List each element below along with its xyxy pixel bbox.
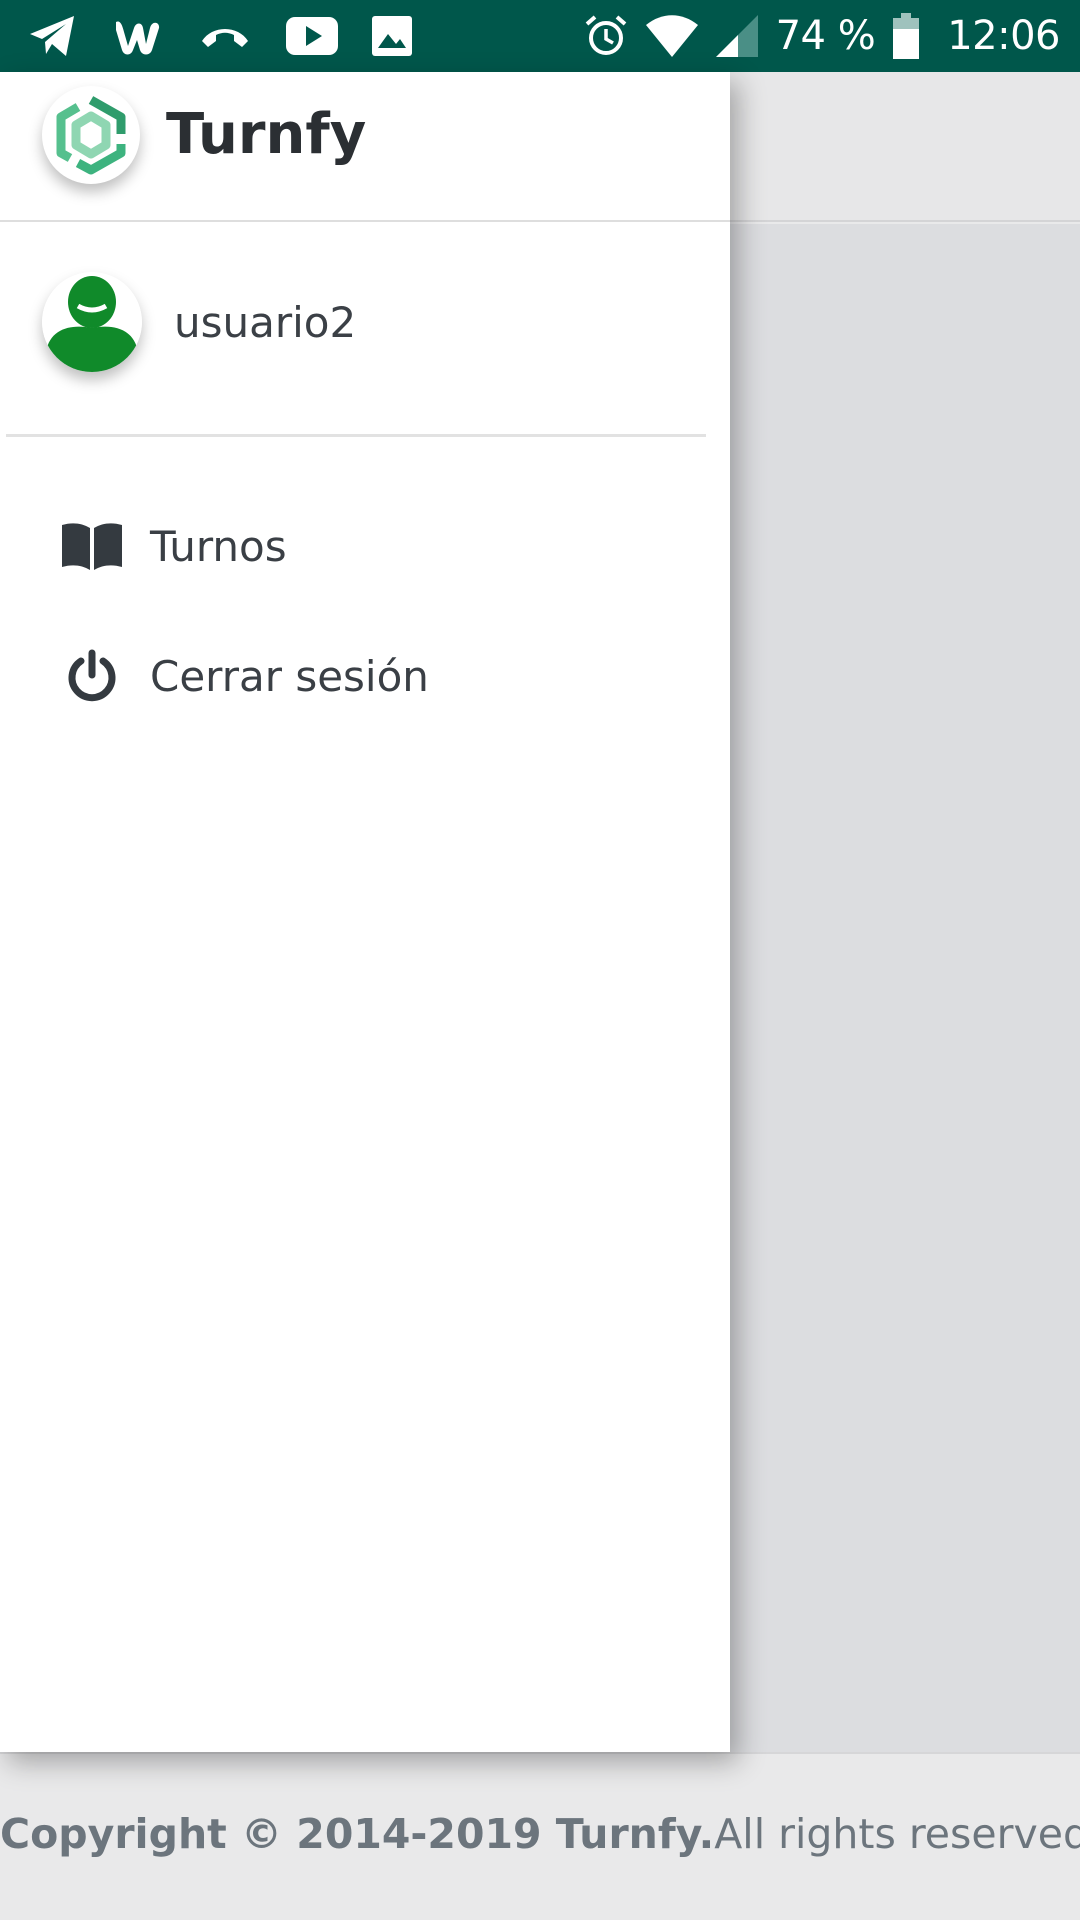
brand-name[interactable]: Turnfy <box>166 102 366 167</box>
wattpad-icon <box>112 16 164 56</box>
gallery-icon <box>372 16 412 56</box>
copyright-text: Copyright © 2014-2019 Turnfy.All rights … <box>0 1810 1080 1858</box>
power-icon <box>62 646 122 706</box>
telegram-icon <box>28 14 78 58</box>
system-icons: 74 % 12:06 <box>584 13 1060 59</box>
wifi-icon <box>645 15 698 57</box>
divider <box>6 434 706 437</box>
battery-percent: 74 % <box>775 13 876 59</box>
missed-call-icon <box>198 21 252 51</box>
status-bar: 74 % 12:06 <box>0 0 1080 72</box>
menu-item-turnos[interactable]: Turnos <box>0 496 730 596</box>
clock: 12:06 <box>947 13 1060 59</box>
copyright-rest: All rights reserved. <box>714 1810 1080 1858</box>
menu-label: Turnos <box>150 521 287 571</box>
menu-label: Cerrar sesión <box>150 651 429 701</box>
notification-icons <box>28 14 412 58</box>
battery-icon <box>893 13 920 59</box>
alarm-icon <box>584 14 628 58</box>
turnfy-logo-icon[interactable] <box>42 86 140 184</box>
menu-item-cerrar-sesion[interactable]: Cerrar sesión <box>0 626 730 726</box>
user-avatar-icon[interactable] <box>42 272 142 372</box>
copyright-bold: Copyright © 2014-2019 Turnfy. <box>0 1810 715 1858</box>
drawer-header: Turnfy <box>0 72 730 222</box>
user-name[interactable]: usuario2 <box>174 298 356 347</box>
signal-icon <box>715 15 758 57</box>
navigation-drawer: Turnfy usuario2 Turnos Cerrar sesión <box>0 72 730 1752</box>
book-icon <box>62 516 122 576</box>
youtube-icon <box>286 17 338 55</box>
